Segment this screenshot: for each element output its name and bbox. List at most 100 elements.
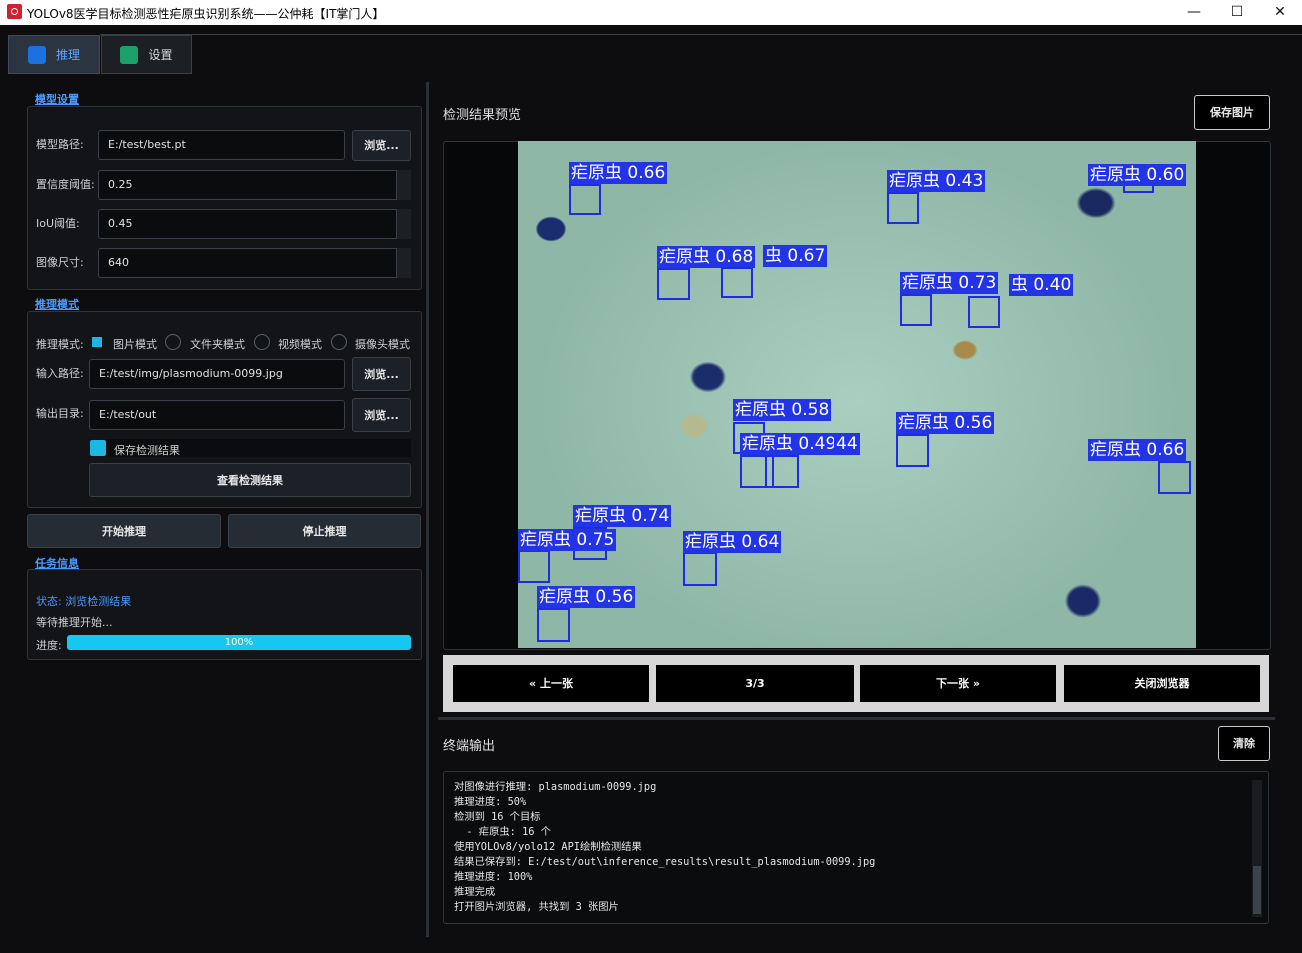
save-image-button[interactable]: 保存图片 xyxy=(1194,95,1270,130)
terminal-line: 对图像进行推理: plasmodium-0099.jpg xyxy=(454,781,657,793)
conf-field[interactable]: 0.25 xyxy=(98,170,411,200)
terminal-title: 终端输出 xyxy=(443,739,496,754)
app-icon xyxy=(7,4,22,19)
detection-label: 疟原虫 0.56 xyxy=(537,586,636,608)
close-button[interactable]: ✕ xyxy=(1258,0,1302,25)
iou-stepper[interactable] xyxy=(396,209,411,239)
imgsz-label: 图像尺寸: xyxy=(36,256,84,269)
camera-mode-radio[interactable] xyxy=(331,334,347,350)
terminal-line: - 疟原虫: 16 个 xyxy=(454,826,551,838)
preview-title: 检测结果预览 xyxy=(443,108,522,123)
save-results-checkbox[interactable] xyxy=(90,440,106,456)
detection-label: 44 xyxy=(834,433,860,455)
model-browse-button[interactable]: 浏览... xyxy=(352,130,411,161)
detection-label: 疟原虫 0.75 xyxy=(518,529,617,551)
detection-box xyxy=(657,268,690,300)
detection-box xyxy=(1158,461,1191,494)
view-results-button[interactable]: 查看检测结果 xyxy=(89,463,411,497)
status-text: 状态: 浏览检测结果 xyxy=(36,595,132,608)
detection-image: 疟原虫 0.66 疟原虫 0.43 疟原虫 0.60 疟原虫 0.68 虫 0.… xyxy=(518,141,1196,648)
output-browse-button[interactable]: 浏览... xyxy=(352,398,411,432)
terminal-line: 推理进度: 50% xyxy=(454,796,527,808)
detection-label: 疟原虫 0.68 xyxy=(657,246,756,268)
detection-label: 疟原虫 0.73 xyxy=(900,272,999,294)
image-counter: 3/3 xyxy=(656,665,854,702)
detection-label: 疟原虫 0.60 xyxy=(1088,164,1187,186)
model-settings-heading: 模型设置 xyxy=(35,93,79,106)
video-mode-label: 视频模式 xyxy=(278,338,322,351)
detection-box xyxy=(765,455,799,488)
detection-label: 虫 0.67 xyxy=(763,245,828,267)
video-mode-radio[interactable] xyxy=(254,334,270,350)
stop-inference-button[interactable]: 停止推理 xyxy=(228,514,421,548)
model-path-field[interactable]: E:/test/best.pt xyxy=(98,130,345,160)
prev-image-button[interactable]: « 上一张 xyxy=(453,665,649,702)
camera-mode-label: 摄像头模式 xyxy=(355,338,410,351)
image-mode-radio[interactable] xyxy=(92,337,102,347)
model-path-label: 模型路径: xyxy=(36,138,84,151)
detection-box xyxy=(518,550,550,583)
detection-label: 疟原虫 0.64 xyxy=(683,531,782,553)
next-image-button[interactable]: 下一张 » xyxy=(860,665,1056,702)
tab-bar: 推理 设置 xyxy=(0,25,1302,74)
detection-label: 疟原虫 0.74 xyxy=(573,505,672,527)
folder-mode-label: 文件夹模式 xyxy=(190,338,245,351)
iou-field[interactable]: 0.45 xyxy=(98,209,411,239)
progress-label: 进度: xyxy=(36,639,62,652)
chart-icon xyxy=(27,45,46,64)
vertical-splitter[interactable] xyxy=(426,82,429,937)
waiting-text: 等待推理开始... xyxy=(36,616,113,629)
detection-label: 疟原虫 0.66 xyxy=(569,162,668,184)
detection-box xyxy=(896,434,929,467)
tab-inference[interactable]: 推理 xyxy=(8,35,100,74)
tab-divider xyxy=(100,34,1302,35)
imgsz-stepper[interactable] xyxy=(396,248,411,278)
terminal-output: 对图像进行推理: plasmodium-0099.jpg 推理进度: 50% 检… xyxy=(443,771,1269,924)
detection-label: 疟原虫 0.66 xyxy=(1088,439,1187,461)
inference-mode-heading: 推理模式 xyxy=(35,298,79,311)
terminal-scroll-thumb[interactable] xyxy=(1253,866,1261,914)
check-icon xyxy=(120,45,139,64)
terminal-line: 结果已保存到: E:/test/out\inference_results\re… xyxy=(454,856,876,868)
detection-box xyxy=(900,294,932,326)
detection-box xyxy=(569,184,601,215)
image-mode-label: 图片模式 xyxy=(113,338,157,351)
input-browse-button[interactable]: 浏览... xyxy=(352,357,411,391)
tab-settings[interactable]: 设置 xyxy=(101,35,192,74)
detection-box xyxy=(721,267,753,298)
iou-label: IoU阈值: xyxy=(36,217,80,230)
detection-box xyxy=(537,608,570,642)
conf-stepper[interactable] xyxy=(396,170,411,200)
detection-box xyxy=(887,192,919,224)
terminal-line: 推理完成 xyxy=(454,886,496,898)
detection-box xyxy=(683,552,717,586)
terminal-line: 推理进度: 100% xyxy=(454,871,533,883)
start-inference-button[interactable]: 开始推理 xyxy=(27,514,221,548)
detection-label: 疟原虫 0.43 xyxy=(887,170,986,192)
detection-label: 疟原虫 0.56 xyxy=(896,412,995,434)
terminal-line: 打开图片浏览器, 共找到 3 张图片 xyxy=(454,901,619,913)
detection-box xyxy=(968,296,1000,328)
conf-label: 置信度阈值: xyxy=(36,178,95,191)
title-bar: YOLOv8医学目标检测恶性疟原虫识别系统——公仲耗【IT掌门人】 — ☐ ✕ xyxy=(0,0,1302,25)
image-navigation-bar: « 上一张 3/3 下一张 » 关闭浏览器 xyxy=(443,655,1269,712)
tab-label: 设置 xyxy=(148,48,173,62)
detection-label: 虫 0.40 xyxy=(1009,274,1074,296)
progress-text: 100% xyxy=(224,637,254,648)
input-path-field[interactable]: E:/test/img/plasmodium-0099.jpg xyxy=(89,359,345,389)
input-path-label: 输入路径: xyxy=(36,367,84,380)
output-dir-field[interactable]: E:/test/out xyxy=(89,400,345,430)
clear-button[interactable]: 清除 xyxy=(1218,726,1270,761)
close-browser-button[interactable]: 关闭浏览器 xyxy=(1064,665,1260,702)
terminal-line: 检测到 16 个目标 xyxy=(454,811,541,823)
horizontal-splitter[interactable] xyxy=(438,717,1275,720)
tab-label: 推理 xyxy=(55,48,80,62)
imgsz-field[interactable]: 640 xyxy=(98,248,411,278)
detection-label: 疟原虫 0.49 xyxy=(740,433,839,455)
maximize-button[interactable]: ☐ xyxy=(1215,0,1259,25)
folder-mode-radio[interactable] xyxy=(165,334,181,350)
output-dir-label: 输出目录: xyxy=(36,407,84,420)
detection-label: 疟原虫 0.58 xyxy=(733,399,832,421)
minimize-button[interactable]: — xyxy=(1172,0,1216,25)
mode-label: 推理模式: xyxy=(36,338,84,351)
